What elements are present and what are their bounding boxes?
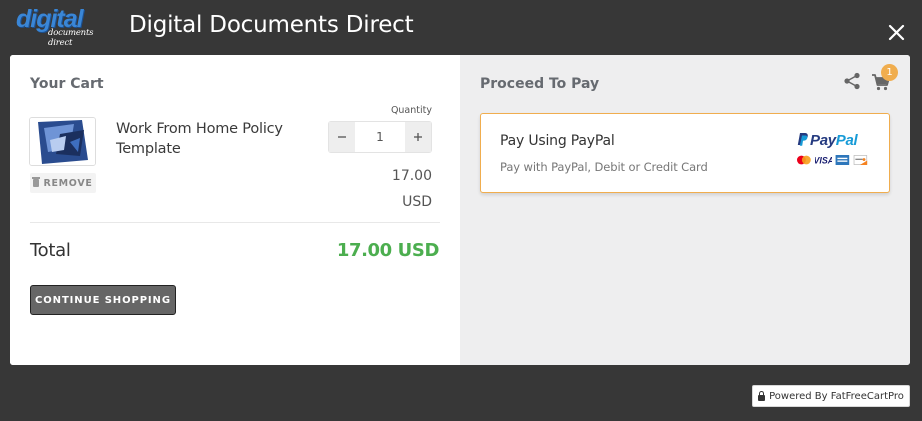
continue-shopping-button[interactable]: CONTINUE SHOPPING: [30, 285, 176, 315]
powered-by-badge[interactable]: Powered By FatFreeCartPro: [752, 385, 910, 407]
paypal-payment-option[interactable]: Pay Using PayPal Pay with PayPal, Debit …: [480, 113, 890, 193]
payment-option-title: Pay Using PayPal: [500, 133, 615, 149]
payment-option-description: Pay with PayPal, Debit or Credit Card: [500, 160, 708, 174]
amex-icon: [836, 155, 850, 165]
site-logo[interactable]: digital documents direct: [16, 5, 112, 48]
share-icon[interactable]: [843, 72, 861, 90]
close-icon[interactable]: [886, 22, 908, 44]
cart-modal: Your Cart REMOVE Work From Home Policy T…: [10, 55, 910, 365]
cart-pane: Your Cart REMOVE Work From Home Policy T…: [10, 55, 460, 365]
item-price: 17.00 USD: [372, 163, 432, 215]
header: digital documents direct Digital Documen…: [0, 0, 922, 55]
paypal-logo-text-pal: Pal: [835, 132, 858, 149]
cart-item-name: Work From Home Policy Template: [116, 121, 283, 157]
trash-icon: [32, 177, 41, 187]
total-label: Total: [30, 240, 71, 261]
payment-pane: Proceed To Pay 1 Pay Using PayPal Pay wi…: [460, 55, 910, 365]
paypal-logo-text-pay: Pay: [810, 132, 836, 149]
remove-item-button[interactable]: REMOVE: [30, 173, 96, 193]
discover-icon: [853, 155, 868, 165]
paypal-logo: PayPal: [797, 132, 858, 149]
divider: [30, 222, 440, 223]
logo-tagline: documents direct: [48, 28, 94, 48]
visa-icon: VISA: [815, 155, 833, 165]
document-thumbnail: [29, 117, 96, 166]
svg-text:VISA: VISA: [815, 155, 833, 165]
item-price-amount: 17.00: [391, 168, 432, 184]
cart-heading: Your Cart: [30, 76, 104, 92]
lock-icon: [758, 390, 766, 401]
quantity-stepper: [328, 121, 432, 153]
cart-count-badge: 1: [881, 64, 898, 81]
increase-quantity-button[interactable]: [405, 122, 431, 152]
page-title: Digital Documents Direct: [129, 12, 414, 38]
quantity-input[interactable]: [355, 122, 405, 152]
mastercard-icon: [796, 155, 811, 165]
total-value: 17.00 USD: [336, 240, 440, 261]
remove-label: REMOVE: [43, 177, 93, 189]
item-price-currency: USD: [402, 194, 432, 210]
card-logos: VISA: [796, 154, 868, 166]
quantity-label: Quantity: [390, 105, 432, 116]
powered-by-text: Powered By FatFreeCartPro: [769, 390, 904, 402]
decrease-quantity-button[interactable]: [329, 122, 355, 152]
payment-heading: Proceed To Pay: [480, 76, 600, 92]
